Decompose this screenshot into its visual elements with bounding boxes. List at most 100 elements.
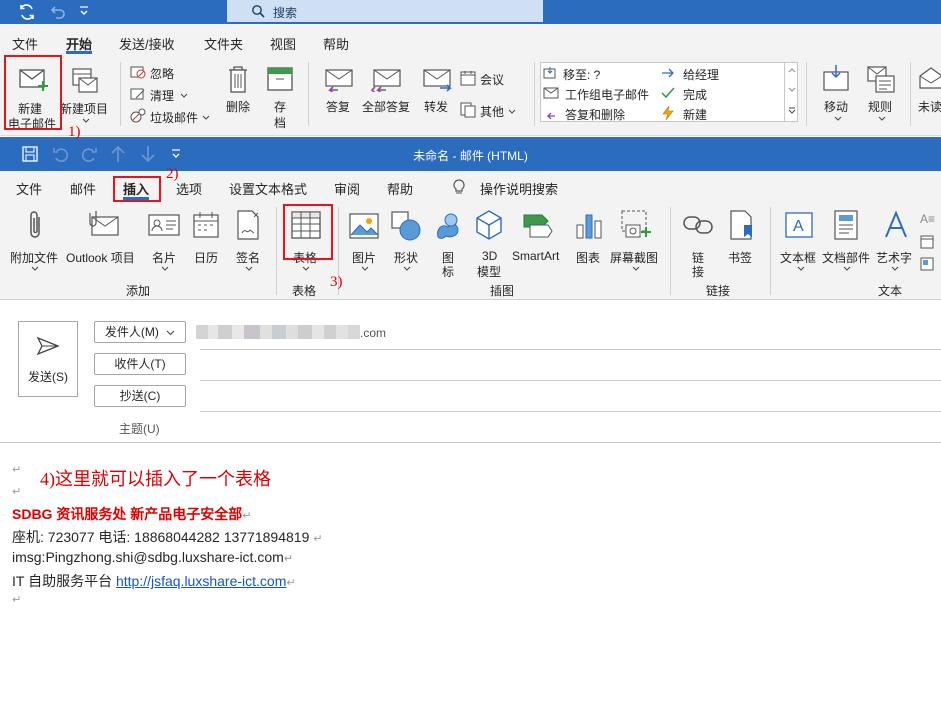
- ignore-button[interactable]: 忽略: [130, 64, 200, 82]
- undo-icon[interactable]: [48, 3, 66, 21]
- new-item-icon: [70, 66, 100, 96]
- unread-button[interactable]: 未读: [914, 60, 941, 130]
- highlight-insert-tab: [113, 176, 161, 202]
- tab-message[interactable]: 邮件: [70, 179, 96, 198]
- tab-help[interactable]: 帮助: [323, 34, 349, 53]
- business-card-icon: [148, 213, 180, 237]
- clean-up-button[interactable]: 清理: [130, 86, 200, 104]
- send-button[interactable]: 发送(S): [18, 321, 78, 397]
- from-address-redacted: [196, 325, 360, 339]
- new-item-button[interactable]: 新建项目: [60, 58, 112, 130]
- business-card-button[interactable]: 名片: [146, 207, 182, 277]
- quick-step-done[interactable]: 完成: [661, 85, 771, 103]
- to-input[interactable]: [200, 353, 941, 379]
- forward-button[interactable]: 转发: [420, 60, 458, 120]
- textbox-icon: A: [784, 211, 814, 239]
- textbox-button[interactable]: A 文本框: [778, 207, 822, 277]
- tab-file[interactable]: 文件: [16, 179, 42, 198]
- highlight-new-email: [4, 55, 62, 130]
- icons-icon: [432, 211, 462, 241]
- more-button[interactable]: 其他: [460, 102, 530, 120]
- link-button[interactable]: 链 接: [678, 207, 718, 279]
- main-ribbon: 新建 电子邮件 新建项目 忽略 清理 垃圾邮件 删除 存 档 答复 全部答复 转…: [0, 54, 941, 136]
- from-button[interactable]: 发件人(M): [94, 321, 186, 343]
- sync-icon[interactable]: [18, 3, 36, 21]
- quick-steps-scrollbar[interactable]: [784, 63, 798, 121]
- quick-step-reply-delete[interactable]: 答复和删除: [543, 105, 659, 123]
- tab-options[interactable]: 选项: [176, 179, 202, 198]
- cc-button[interactable]: 抄送(C): [94, 385, 186, 407]
- signature-it-line: IT 自助服务平台 http://jsfaq.luxshare-ict.com↵: [12, 573, 296, 589]
- cc-input[interactable]: [200, 385, 941, 411]
- calendar-button[interactable]: 日历: [188, 207, 224, 267]
- chevron-down-icon: [302, 266, 310, 272]
- chevron-up-icon: [788, 67, 796, 73]
- tab-help[interactable]: 帮助: [387, 179, 413, 198]
- chevron-down-icon: [788, 87, 796, 93]
- quick-step-move-to[interactable]: 移至: ?: [543, 65, 653, 83]
- icons-button[interactable]: 图 标: [430, 207, 464, 279]
- trash-icon: [226, 64, 250, 94]
- tab-format-text[interactable]: 设置文本格式: [229, 179, 307, 198]
- annotation-step-1: 1): [68, 124, 81, 140]
- delete-button[interactable]: 删除: [218, 60, 258, 130]
- archive-button[interactable]: 存 档: [262, 60, 298, 130]
- attach-file-button[interactable]: 附加文件: [6, 207, 64, 277]
- tab-view[interactable]: 视图: [270, 34, 296, 53]
- chevron-down-icon: [834, 116, 842, 122]
- tab-folder[interactable]: 文件夹: [204, 34, 243, 53]
- tab-review[interactable]: 审阅: [334, 179, 360, 198]
- chevron-down-icon: [632, 266, 640, 272]
- calendar-icon: [460, 70, 476, 86]
- wordart-button[interactable]: 艺术字: [874, 207, 916, 277]
- outlook-item-icon: [86, 209, 120, 239]
- quick-step-new[interactable]: 新建: [661, 105, 771, 123]
- window-title: 未命名 - 邮件 (HTML): [413, 149, 528, 163]
- junk-button[interactable]: 垃圾邮件: [130, 108, 212, 126]
- quick-access-dropdown-icon[interactable]: [78, 5, 90, 17]
- more-text-options[interactable]: A≡: [918, 207, 941, 277]
- tab-file[interactable]: 文件: [12, 34, 38, 53]
- quick-step-to-manager[interactable]: 给经理: [661, 65, 771, 83]
- tab-send-receive[interactable]: 发送/接收: [119, 34, 175, 53]
- signature-button[interactable]: 签名: [230, 207, 266, 277]
- smartart-button[interactable]: SmartArt: [510, 207, 568, 267]
- it-self-service-link[interactable]: http://jsfaq.luxshare-ict.com: [116, 573, 286, 589]
- reply-all-button[interactable]: 全部答复: [362, 60, 414, 120]
- meeting-button[interactable]: 会议: [460, 70, 530, 88]
- picture-button[interactable]: 图片: [346, 207, 382, 277]
- group-label-links: 链接: [706, 284, 731, 298]
- subject-input[interactable]: [200, 414, 941, 440]
- outlook-item-button[interactable]: Outlook 项目: [64, 207, 144, 267]
- shapes-button[interactable]: 形状: [388, 207, 424, 277]
- paragraph-mark: ↵: [12, 486, 22, 498]
- quick-parts-button[interactable]: 文档部件: [822, 207, 872, 277]
- svg-text:A≡: A≡: [920, 212, 935, 225]
- reply-button[interactable]: 答复: [320, 60, 358, 120]
- rules-button[interactable]: 规则: [862, 60, 902, 130]
- chevron-down-icon: [31, 266, 39, 272]
- paragraph-mark: ↵: [12, 464, 22, 476]
- signature-phone-line: 座机: 723077 电话: 18868044282 13771894819 ↵: [12, 529, 323, 545]
- tell-me-search[interactable]: 操作说明搜索: [480, 179, 558, 198]
- move-button[interactable]: 移动: [816, 60, 860, 130]
- quick-step-team-email[interactable]: 工作组电子邮件: [543, 85, 659, 103]
- insert-ribbon: 附加文件 Outlook 项目 名片 日历 签名 添加 表格 表格 图片 形状: [0, 201, 941, 300]
- chevron-down-icon: [878, 116, 886, 122]
- chevron-down-icon: [180, 93, 188, 99]
- archive-icon: [266, 66, 294, 92]
- chart-button[interactable]: 图表: [572, 207, 606, 267]
- bookmark-button[interactable]: 书签: [722, 207, 762, 267]
- to-button[interactable]: 收件人(T): [94, 353, 186, 375]
- ignore-icon: [130, 65, 146, 79]
- main-menu-bar: 文件 开始 发送/接收 文件夹 视图 帮助: [0, 24, 941, 54]
- smartart-icon: [522, 213, 554, 239]
- lightbulb-icon: [452, 179, 466, 195]
- email-icon: [543, 87, 559, 99]
- message-body[interactable]: ↵ 4)这里就可以插入了一个表格 ↵ SDBG 资讯服务处 新产品电子安全部↵ …: [0, 443, 941, 723]
- 3d-models-button[interactable]: 3D 模型: [470, 207, 508, 279]
- search-box[interactable]: 搜索: [227, 0, 543, 22]
- send-icon: [36, 336, 60, 356]
- screenshot-button[interactable]: 屏幕截图: [608, 207, 664, 277]
- search-icon: [251, 4, 265, 18]
